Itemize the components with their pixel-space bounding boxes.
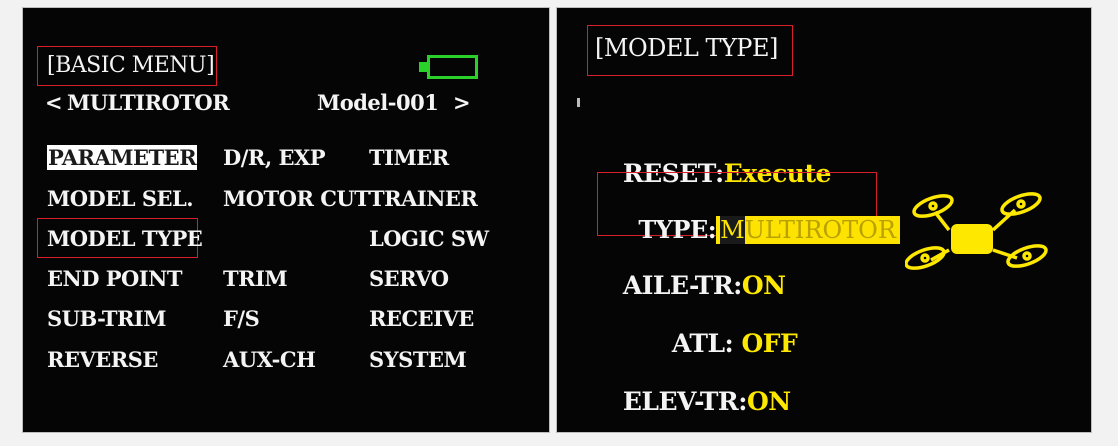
scroll-marker	[577, 98, 580, 107]
menu-aux-ch[interactable]: AUX-CH	[223, 347, 316, 372]
menu-motor-cut[interactable]: MOTOR CUT	[223, 186, 370, 211]
atl-label: ATL:	[671, 329, 734, 358]
battery-terminal	[419, 62, 427, 72]
atl-value[interactable]: OFF	[742, 329, 798, 358]
type-label: TYPE:	[638, 215, 717, 244]
screen-title: [MODEL TYPE]	[595, 34, 778, 62]
menu-logic-sw[interactable]: LOGIC SW	[369, 226, 489, 251]
type-value-field[interactable]: MULTIROTOR	[716, 216, 900, 244]
screen-title: [BASIC MENU]	[47, 53, 215, 78]
battery-icon	[427, 55, 478, 79]
menu-servo[interactable]: SERVO	[369, 266, 449, 291]
menu-system[interactable]: SYSTEM	[369, 347, 467, 372]
menu-timer[interactable]: TIMER	[369, 145, 449, 170]
menu-trainer[interactable]: TRAINER	[369, 186, 478, 211]
menu-model-type[interactable]: MODEL TYPE	[47, 226, 203, 251]
elev-tr-value[interactable]: ON	[747, 387, 791, 416]
menu-reverse[interactable]: REVERSE	[47, 347, 158, 372]
aile-tr-label: AILE-TR:	[622, 271, 743, 300]
type-value-cursor: M	[720, 216, 745, 244]
menu-receive[interactable]: RECEIVE	[369, 306, 474, 331]
next-model-arrow[interactable]: >	[453, 90, 471, 115]
elev-tr-label: ELEV-TR:	[622, 387, 748, 416]
menu-dr-exp[interactable]: D/R, EXP	[223, 145, 326, 170]
basic-menu-screen: [BASIC MENU] < MULTIROTOR Model-001 > PA…	[22, 7, 550, 433]
model-name-label: Model-001	[317, 90, 439, 115]
type-value-rest: ULTIROTOR	[744, 216, 896, 244]
aile-tr-value[interactable]: ON	[742, 271, 786, 300]
menu-parameter[interactable]: PARAMETER	[47, 145, 198, 170]
elev-tr-row[interactable]: ELEV-TR:ON	[590, 358, 791, 432]
menu-sub-trim[interactable]: SUB-TRIM	[47, 306, 167, 331]
menu-end-point[interactable]: END POINT	[47, 266, 182, 291]
menu-fs[interactable]: F/S	[223, 306, 260, 331]
menu-trim[interactable]: TRIM	[223, 266, 288, 291]
quadcopter-icon	[905, 192, 1048, 270]
model-type-screen: [MODEL TYPE] RESET:Execute TYPE: MULTIROT…	[556, 7, 1092, 433]
menu-model-sel[interactable]: MODEL SEL.	[47, 186, 194, 211]
prev-model-arrow[interactable]: <	[45, 90, 63, 115]
model-type-label: MULTIROTOR	[67, 90, 230, 115]
